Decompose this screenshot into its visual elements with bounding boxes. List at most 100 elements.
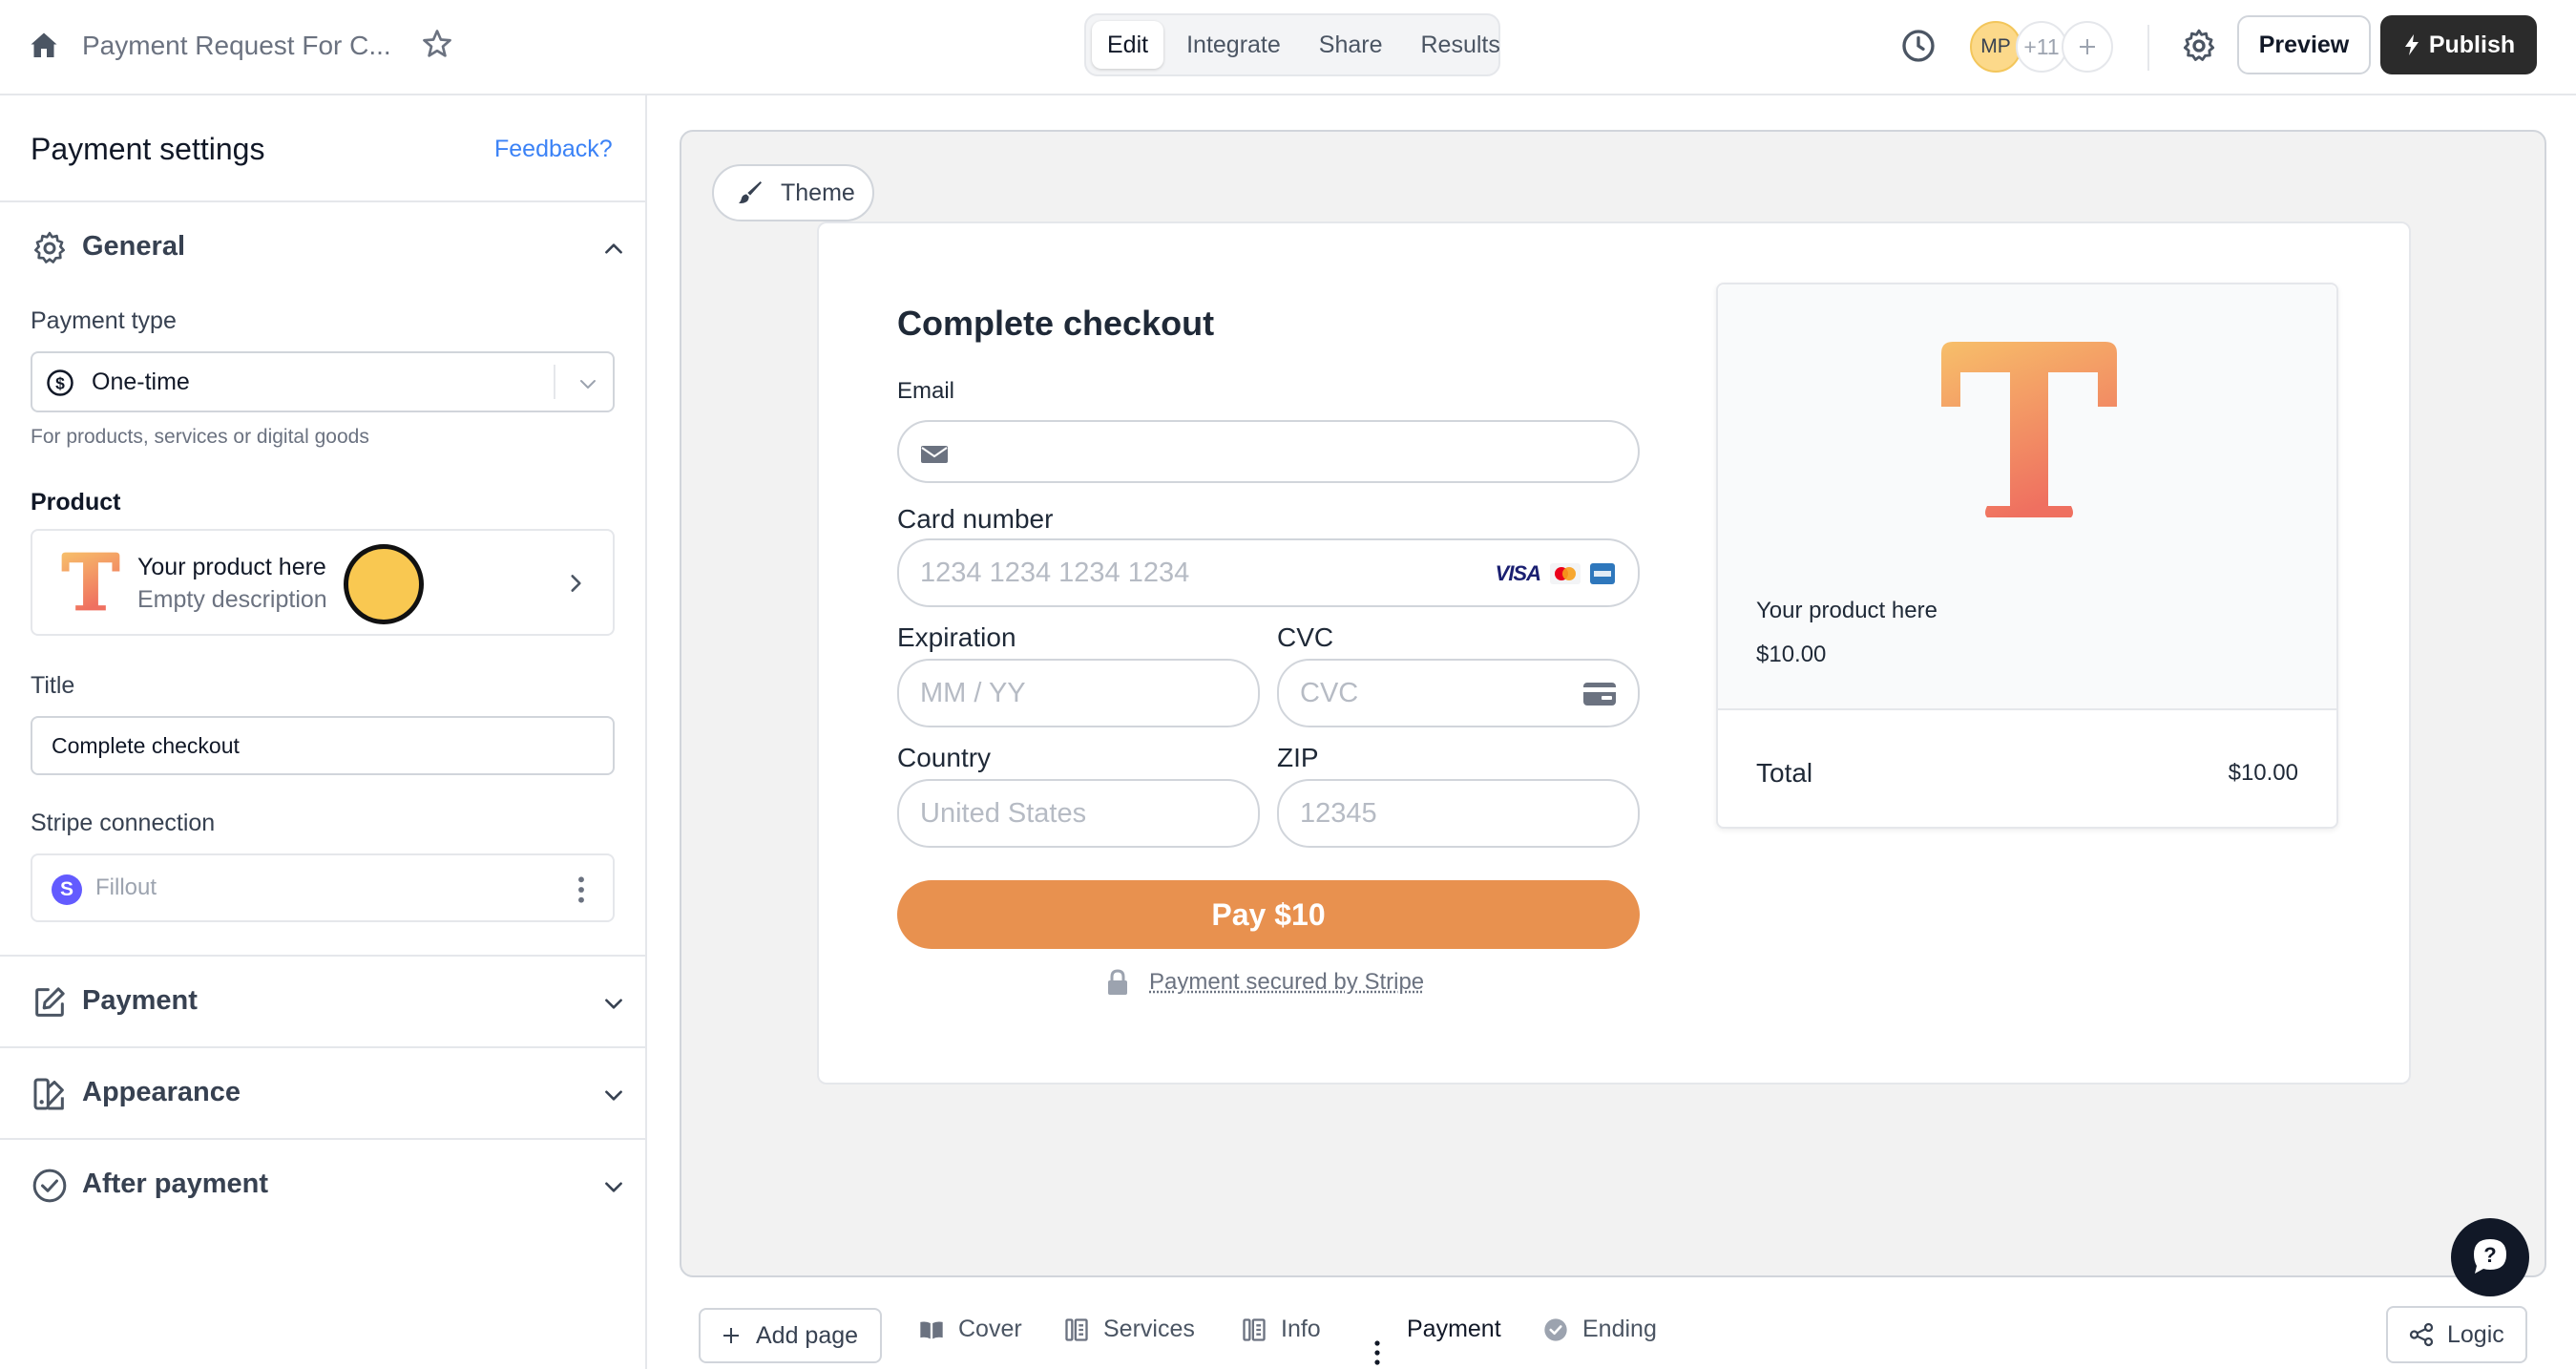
help-chat-button[interactable]: ? xyxy=(2451,1218,2529,1296)
payment-type-value: One-time xyxy=(92,369,190,395)
envelope-icon xyxy=(921,446,948,463)
summary-total-value: $10.00 xyxy=(2228,760,2298,786)
product-name: Your product here xyxy=(137,554,326,580)
tab-share[interactable]: Share xyxy=(1304,21,1398,69)
page-tab-services[interactable]: Services xyxy=(1063,1316,1195,1343)
card-number-placeholder: 1234 1234 1234 1234 xyxy=(920,558,1190,588)
cvc-input[interactable]: CVC xyxy=(1277,659,1640,727)
edit-icon xyxy=(35,987,65,1017)
cvc-label: CVC xyxy=(1277,622,1334,652)
sidebar-title: Payment settings xyxy=(31,132,265,166)
feedback-link[interactable]: Feedback? xyxy=(494,136,613,163)
section-payment-label: Payment xyxy=(82,985,198,1016)
preview-button[interactable]: Preview xyxy=(2237,15,2371,74)
pointer-cursor-indicator xyxy=(344,544,424,624)
zip-label: ZIP xyxy=(1277,743,1319,772)
country-label: Country xyxy=(897,743,992,772)
page-options-icon[interactable] xyxy=(1372,1338,1382,1367)
summary-product-name: Your product here xyxy=(1756,598,1937,623)
section-payment-header[interactable]: Payment xyxy=(0,957,645,1048)
section-appearance-label: Appearance xyxy=(82,1077,241,1107)
page-tab-ending[interactable]: Ending xyxy=(1542,1316,1657,1343)
form-page-icon xyxy=(1243,1317,1266,1341)
svg-text:$: $ xyxy=(55,373,65,392)
theme-label: Theme xyxy=(781,179,855,206)
section-appearance-header[interactable]: Appearance xyxy=(0,1048,645,1140)
country-placeholder: United States xyxy=(920,798,1087,829)
stripe-logo-icon: S xyxy=(52,874,82,905)
order-summary-product: Your product here $10.00 xyxy=(1718,284,2336,710)
expiration-placeholder: MM / YY xyxy=(920,678,1026,708)
section-general-header[interactable]: General xyxy=(0,202,645,294)
collaborators-more-badge[interactable]: +11 xyxy=(2016,21,2067,73)
gear-icon xyxy=(34,231,65,263)
svg-text:?: ? xyxy=(2483,1243,2496,1267)
payment-secured-link[interactable]: Payment secured by Stripe xyxy=(1149,969,1424,996)
page-tab-label: Cover xyxy=(958,1316,1022,1342)
order-summary: Your product here $10.00 Total $10.00 xyxy=(1716,283,2338,829)
appearance-icon xyxy=(33,1078,64,1110)
page-tab-payment[interactable]: Payment xyxy=(1407,1316,1501,1343)
publish-button[interactable]: Publish xyxy=(2380,15,2537,74)
tab-results[interactable]: Results xyxy=(1406,21,1516,69)
email-input[interactable] xyxy=(897,420,1640,483)
select-divider xyxy=(554,365,555,399)
visa-logo-icon: VISA xyxy=(1495,561,1541,585)
card-cvc-icon xyxy=(1583,683,1616,706)
history-clock-icon[interactable] xyxy=(1899,27,1937,65)
page-tab-cover[interactable]: Cover xyxy=(918,1316,1022,1343)
section-after-payment-label: After payment xyxy=(82,1169,268,1199)
product-description: Empty description xyxy=(137,586,327,613)
collaborator-avatar[interactable]: MP xyxy=(1970,21,2021,73)
expiration-label: Expiration xyxy=(897,622,1016,652)
product-selector[interactable]: Your product here Empty description xyxy=(31,529,615,636)
star-icon[interactable] xyxy=(420,27,454,61)
email-label: Email xyxy=(897,378,955,404)
expiration-input[interactable]: MM / YY xyxy=(897,659,1260,727)
tab-edit[interactable]: Edit xyxy=(1092,21,1164,69)
home-icon[interactable] xyxy=(27,29,61,63)
add-page-label: Add page xyxy=(756,1321,859,1349)
settings-gear-icon[interactable] xyxy=(2180,27,2218,65)
tab-integrate[interactable]: Integrate xyxy=(1171,21,1296,69)
page-tab-label: Payment xyxy=(1407,1316,1501,1342)
chevron-down-icon xyxy=(605,1090,622,1101)
page-tab-label: Info xyxy=(1281,1316,1321,1342)
card-number-label: Card number xyxy=(897,504,1054,534)
payment-settings-sidebar: Payment settings Feedback? General Payme… xyxy=(0,95,647,1369)
section-after-payment-header[interactable]: After payment xyxy=(0,1140,645,1232)
pay-button[interactable]: Pay $10 xyxy=(897,880,1640,949)
summary-product-price: $10.00 xyxy=(1756,642,1827,667)
title-input[interactable]: Complete checkout xyxy=(31,716,615,775)
publish-label: Publish xyxy=(2428,31,2516,58)
check-circle-filled-icon xyxy=(1544,1317,1567,1341)
card-brand-logos: VISA xyxy=(1496,561,1615,586)
lightning-icon xyxy=(2404,34,2419,55)
form-page-icon xyxy=(1065,1317,1088,1341)
stripe-account-name: Fillout xyxy=(95,874,157,900)
stripe-connection-label: Stripe connection xyxy=(31,810,216,836)
add-page-button[interactable]: Add page xyxy=(699,1308,882,1363)
logic-share-icon xyxy=(2409,1322,2434,1347)
mode-tabs: Edit Integrate Share Results xyxy=(1084,13,1500,76)
check-circle-icon xyxy=(32,1169,67,1203)
mastercard-logo-icon xyxy=(1550,563,1581,584)
chevron-up-icon xyxy=(605,243,622,254)
payment-type-select[interactable]: $ One-time xyxy=(31,351,615,412)
card-number-input[interactable]: 1234 1234 1234 1234 VISA xyxy=(897,538,1640,607)
section-general-label: General xyxy=(82,231,185,262)
theme-button[interactable]: Theme xyxy=(712,164,874,221)
add-collaborator-button[interactable] xyxy=(2062,21,2113,73)
checkout-card: Complete checkout Email Card number 1234… xyxy=(817,221,2411,1085)
country-select[interactable]: United States xyxy=(897,779,1260,848)
zip-input[interactable]: 12345 xyxy=(1277,779,1640,848)
product-label: Product xyxy=(31,489,121,516)
stripe-connection-field[interactable]: S Fillout xyxy=(31,853,615,922)
more-vertical-icon[interactable] xyxy=(575,874,588,905)
form-title[interactable]: Payment Request For C... xyxy=(82,27,391,65)
plus-icon xyxy=(2080,39,2095,54)
logic-button[interactable]: Logic xyxy=(2386,1306,2527,1363)
chevron-down-icon xyxy=(605,1182,622,1192)
page-tab-info[interactable]: Info xyxy=(1241,1316,1321,1343)
summary-total-label: Total xyxy=(1756,758,1813,788)
